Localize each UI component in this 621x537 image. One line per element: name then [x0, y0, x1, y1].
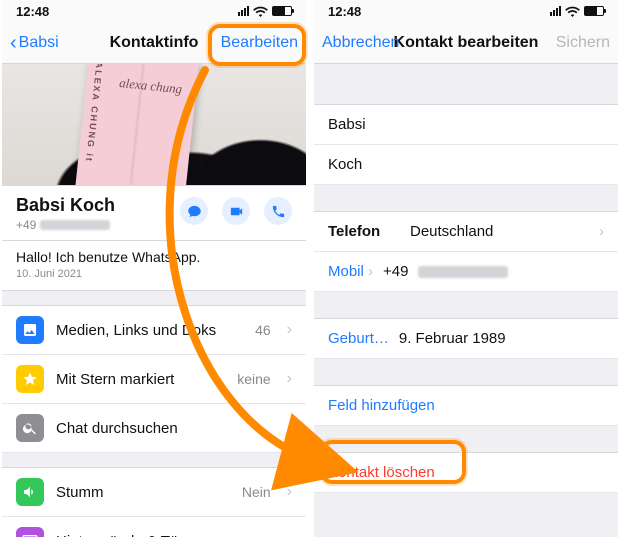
call-button[interactable] — [264, 197, 292, 225]
cancel-label: Abbrechen — [322, 34, 399, 52]
bday-value: 9. Februar 1989 — [399, 330, 604, 347]
row-mute[interactable]: Stumm Nein › — [2, 467, 306, 517]
chevron-left-icon: ‹ — [10, 33, 17, 53]
first-name-field[interactable]: Babsi — [314, 104, 618, 145]
phone-label: Telefon — [328, 223, 400, 240]
speaker-icon — [16, 478, 44, 506]
status-time: 12:48 — [16, 4, 49, 19]
row-starred-label: Mit Stern markiert — [56, 371, 225, 388]
redacted-phone — [418, 266, 508, 278]
bday-label: Geburt… — [328, 330, 389, 347]
last-name-field[interactable]: Koch — [314, 145, 618, 185]
nav-bar: Abbrechen Kontakt bearbeiten Sichern — [314, 22, 618, 64]
phone-edit-contact: 12:48 Abbrechen Kontakt bearbeiten Siche… — [314, 0, 618, 537]
chevron-right-icon: › — [287, 370, 292, 388]
phone-country: Deutschland — [410, 223, 589, 240]
mobile-label: Mobil › — [328, 263, 373, 280]
status-icons — [550, 6, 604, 17]
row-starred[interactable]: Mit Stern markiert keine › — [2, 355, 306, 404]
book-signature: alexa chung — [119, 76, 183, 96]
wifi-icon — [565, 6, 580, 17]
contact-phone: +49 — [16, 218, 115, 232]
video-button[interactable] — [222, 197, 250, 225]
row-search-label: Chat durchsuchen — [56, 420, 292, 437]
delete-contact-label: Kontakt löschen — [328, 464, 435, 481]
chevron-right-icon: › — [599, 223, 604, 240]
first-name-value: Babsi — [328, 116, 604, 133]
signal-icon — [550, 6, 561, 16]
status-time: 12:48 — [328, 4, 361, 19]
back-button[interactable]: ‹ Babsi — [10, 33, 59, 53]
status-icons — [238, 6, 292, 17]
redacted-phone — [40, 220, 110, 230]
back-label: Babsi — [19, 34, 59, 52]
battery-icon — [272, 6, 292, 16]
delete-contact-row[interactable]: Kontakt löschen — [314, 452, 618, 493]
row-media[interactable]: Medien, Links und Doks 46 › — [2, 305, 306, 355]
wallpaper-icon — [16, 527, 44, 537]
row-wallpaper[interactable]: Hintergründe & Töne › — [2, 517, 306, 537]
message-button[interactable] — [180, 197, 208, 225]
chevron-right-icon: › — [287, 532, 292, 537]
mobile-row[interactable]: Mobil › +49 — [314, 252, 618, 292]
nav-bar: ‹ Babsi Kontaktinfo Bearbeiten — [2, 22, 306, 64]
wifi-icon — [253, 6, 268, 17]
bday-row[interactable]: Geburt… 9. Februar 1989 — [314, 318, 618, 359]
status-bar: 12:48 — [314, 0, 618, 22]
star-icon — [16, 365, 44, 393]
row-search[interactable]: Chat durchsuchen — [2, 404, 306, 453]
book-spine-text: ALEXA CHUNG it — [84, 64, 105, 163]
status-text: Hallo! Ich benutze WhatsApp. — [16, 249, 292, 265]
row-wallpaper-label: Hintergründe & Töne — [56, 533, 271, 537]
battery-icon — [584, 6, 604, 16]
phone-contact-info: 12:48 ‹ Babsi Kontaktinfo Bearbeiten ALE… — [2, 0, 306, 537]
save-button[interactable]: Sichern — [556, 34, 610, 52]
chevron-right-icon: › — [287, 483, 292, 501]
phone-country-row[interactable]: Telefon Deutschland › — [314, 211, 618, 252]
signal-icon — [238, 6, 249, 16]
save-label: Sichern — [556, 34, 610, 52]
photos-icon — [16, 316, 44, 344]
row-mute-label: Stumm — [56, 484, 230, 501]
contact-status[interactable]: Hallo! Ich benutze WhatsApp. 10. Juni 20… — [2, 241, 306, 291]
edit-label: Bearbeiten — [221, 34, 298, 52]
edit-button[interactable]: Bearbeiten — [221, 34, 298, 52]
status-bar: 12:48 — [2, 0, 306, 22]
row-mute-value: Nein — [242, 484, 271, 500]
add-field-label: Feld hinzufügen — [328, 397, 435, 414]
last-name-value: Koch — [328, 156, 604, 173]
mobile-prefix: +49 — [383, 263, 408, 280]
cancel-button[interactable]: Abbrechen — [322, 34, 399, 52]
search-icon — [16, 414, 44, 442]
contact-name: Babsi Koch — [16, 195, 115, 216]
row-starred-value: keine — [237, 371, 270, 387]
status-date: 10. Juni 2021 — [16, 268, 292, 280]
add-field-row[interactable]: Feld hinzufügen — [314, 385, 618, 426]
chevron-right-icon: › — [287, 321, 292, 339]
row-media-value: 46 — [255, 322, 271, 338]
row-media-label: Medien, Links und Doks — [56, 322, 243, 339]
contact-header: Babsi Koch +49 — [2, 186, 306, 241]
contact-photo[interactable]: ALEXA CHUNG it alexa chung — [2, 64, 306, 186]
